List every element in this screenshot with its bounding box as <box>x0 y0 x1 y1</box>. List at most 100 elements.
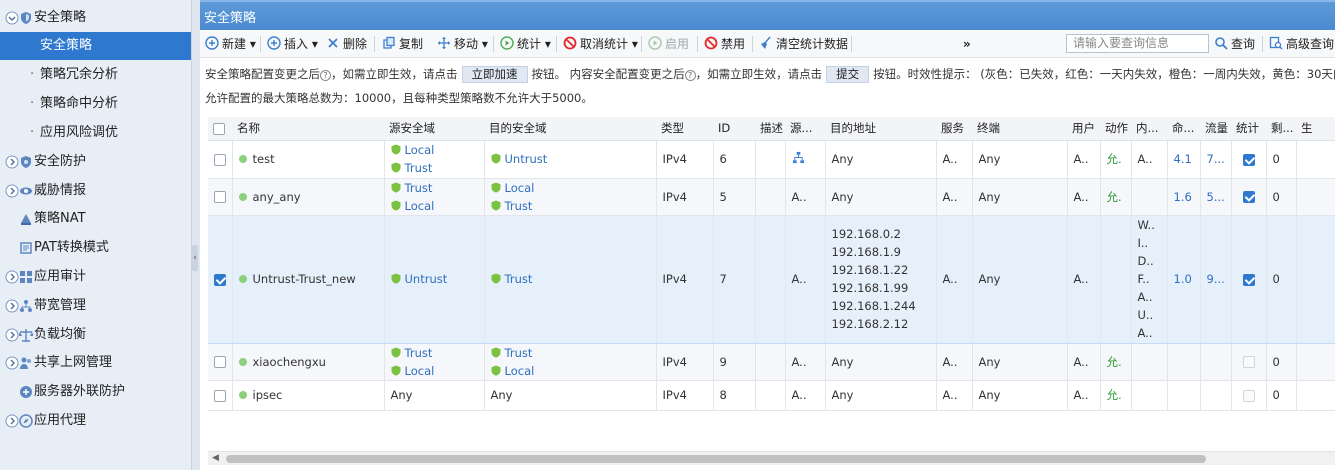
zone-label[interactable]: Local <box>505 181 535 195</box>
zone-label[interactable]: Trust <box>505 346 533 360</box>
sidebar-item-app-proxy[interactable]: 应用代理 <box>0 407 191 435</box>
zone-item[interactable]: Untrust <box>391 270 484 288</box>
sidebar-splitter[interactable]: ‹ <box>192 0 200 470</box>
collapse-sidebar-handle[interactable]: ‹ <box>192 245 198 271</box>
column-header[interactable]: 源... <box>785 117 825 141</box>
zone-item[interactable]: Trust <box>491 270 656 288</box>
column-header[interactable]: 内... <box>1131 117 1167 141</box>
hits[interactable]: 4.1 <box>1174 152 1192 166</box>
column-header[interactable]: 类型 <box>656 117 713 141</box>
column-header[interactable]: 名称 <box>232 117 384 141</box>
zone-label[interactable]: Local <box>405 143 435 157</box>
zone-label[interactable]: Local <box>505 364 535 378</box>
expand-circle-icon[interactable] <box>5 414 19 428</box>
stats-checkbox[interactable] <box>1242 191 1255 203</box>
more-button[interactable]: » <box>963 35 971 53</box>
sidebar-item-server-outbound[interactable]: 服务器外联防护 <box>0 378 191 406</box>
zone-item[interactable]: Trust <box>391 159 484 177</box>
policy-name[interactable]: Untrust-Trust_new <box>253 272 356 286</box>
policy-name[interactable]: ipsec <box>253 388 283 402</box>
zone-item[interactable]: Trust <box>491 197 656 215</box>
column-header[interactable]: 统计 <box>1231 117 1266 141</box>
column-header[interactable]: 生 <box>1296 117 1335 141</box>
row-checkbox[interactable] <box>214 273 226 286</box>
new-button[interactable]: 新建 ▾ <box>205 35 256 53</box>
zone-label[interactable]: Trust <box>505 199 533 213</box>
column-header[interactable]: ID <box>713 117 755 141</box>
column-header[interactable]: 源安全域 <box>384 117 484 141</box>
sidebar-item-app-audit[interactable]: 应用审计 <box>0 263 191 291</box>
sidebar-item-app-risk-tuning[interactable]: · 应用风险调优 <box>0 119 191 147</box>
sidebar-item-threat-intel[interactable]: 威胁情报 <box>0 177 191 205</box>
sidebar-item-shared-internet[interactable]: 共享上网管理 <box>0 349 191 377</box>
select-all-header[interactable] <box>208 117 232 141</box>
expand-circle-icon[interactable] <box>5 184 19 198</box>
row-checkbox[interactable] <box>214 356 226 368</box>
submit-button[interactable]: 提交 <box>826 66 870 83</box>
disable-button[interactable]: 禁用 <box>704 35 745 53</box>
zone-label[interactable]: Local <box>405 199 435 213</box>
zone-item[interactable]: Local <box>391 141 484 159</box>
column-header[interactable]: 剩... <box>1266 117 1296 141</box>
zone-label[interactable]: Trust <box>505 272 533 286</box>
insert-button[interactable]: 插入 ▾ <box>267 35 318 53</box>
zone-item[interactable]: Local <box>391 362 484 380</box>
scroll-left-icon[interactable]: ◀ <box>212 453 219 463</box>
sidebar-item-redundancy-analysis[interactable]: · 策略冗余分析 <box>0 61 191 89</box>
delete-button[interactable]: 删除 <box>326 35 367 53</box>
move-button[interactable]: 移动 ▾ <box>437 35 488 53</box>
search-input[interactable]: 请输入要查询信息 <box>1066 34 1209 53</box>
zone-item[interactable]: Local <box>391 197 484 215</box>
table-row[interactable]: test Local Trust Untrust IPv4 6 Any A.. Any A.. 允.… <box>208 140 1335 179</box>
stats-button[interactable]: 统计 ▾ <box>500 35 551 53</box>
column-header[interactable]: 用户 <box>1067 117 1100 141</box>
traffic[interactable]: 7... <box>1207 152 1225 166</box>
zone-item[interactable]: Trust <box>491 344 656 362</box>
sidebar-item-pat-mode[interactable]: PAT转换模式 <box>0 234 191 262</box>
zone-item[interactable]: Untrust <box>491 150 656 168</box>
hits[interactable]: 1.0 <box>1174 272 1192 286</box>
sidebar-item-hit-analysis[interactable]: · 策略命中分析 <box>0 90 191 118</box>
collapse-circle-icon[interactable] <box>5 11 19 25</box>
advanced-query-button[interactable]: 高级查询 <box>1269 35 1334 53</box>
zone-label[interactable]: Untrust <box>505 152 548 166</box>
policy-name[interactable]: test <box>253 152 275 166</box>
column-header[interactable]: 命... <box>1167 117 1200 141</box>
zone-item[interactable]: Trust <box>391 344 484 362</box>
stats-checkbox[interactable] <box>1242 389 1255 402</box>
expand-circle-icon[interactable] <box>5 328 19 342</box>
stats-checkbox[interactable] <box>1242 356 1255 368</box>
column-header[interactable]: 描述 <box>755 117 785 141</box>
column-header[interactable]: 目的地址 <box>825 117 936 141</box>
zone-label[interactable]: Trust <box>405 181 433 195</box>
help-icon[interactable]: ? <box>320 70 331 81</box>
sidebar-item-policy-nat[interactable]: 策略NAT <box>0 205 191 233</box>
policy-name[interactable]: any_any <box>253 190 301 204</box>
column-header[interactable]: 目的安全域 <box>484 117 656 141</box>
accelerate-now-button[interactable]: 立即加速 <box>461 66 528 83</box>
query-button[interactable]: 查询 <box>1214 35 1255 53</box>
table-row[interactable]: ipsec Any Any IPv4 8 A.. Any A.. Any A.. 允. 0 <box>208 380 1335 411</box>
sidebar-item-security-policy-sub[interactable]: 安全策略 <box>0 32 191 60</box>
network-icon[interactable] <box>792 151 805 164</box>
hits[interactable]: 1.6 <box>1174 190 1192 204</box>
table-row[interactable]: xiaochengxu Trust Local Trust Local IPv4 9 A.. A… <box>208 343 1335 381</box>
sidebar-item-bandwidth[interactable]: 带宽管理 <box>0 292 191 320</box>
cancel-stats-button[interactable]: 取消统计 ▾ <box>563 35 638 53</box>
stats-checkbox[interactable] <box>1242 273 1255 286</box>
copy-button[interactable]: 复制 <box>382 35 423 53</box>
zone-label[interactable]: Untrust <box>405 272 448 286</box>
zone-label[interactable]: Local <box>405 364 435 378</box>
scrollbar-thumb[interactable] <box>226 455 1206 463</box>
expand-circle-icon[interactable] <box>5 270 19 284</box>
column-header[interactable]: 流量 <box>1200 117 1231 141</box>
expand-circle-icon[interactable] <box>5 356 19 370</box>
table-row[interactable]: Untrust-Trust_new Untrust Trust IPv4 7 A.. 192… <box>208 215 1335 344</box>
column-header[interactable]: 服务 <box>936 117 972 141</box>
enable-button[interactable]: 启用 <box>648 35 689 53</box>
zone-label[interactable]: Trust <box>405 346 433 360</box>
stats-checkbox[interactable] <box>1242 153 1255 166</box>
zone-item[interactable]: Trust <box>391 179 484 197</box>
traffic[interactable]: 9... <box>1207 272 1225 286</box>
column-header[interactable]: 动作 <box>1100 117 1131 141</box>
